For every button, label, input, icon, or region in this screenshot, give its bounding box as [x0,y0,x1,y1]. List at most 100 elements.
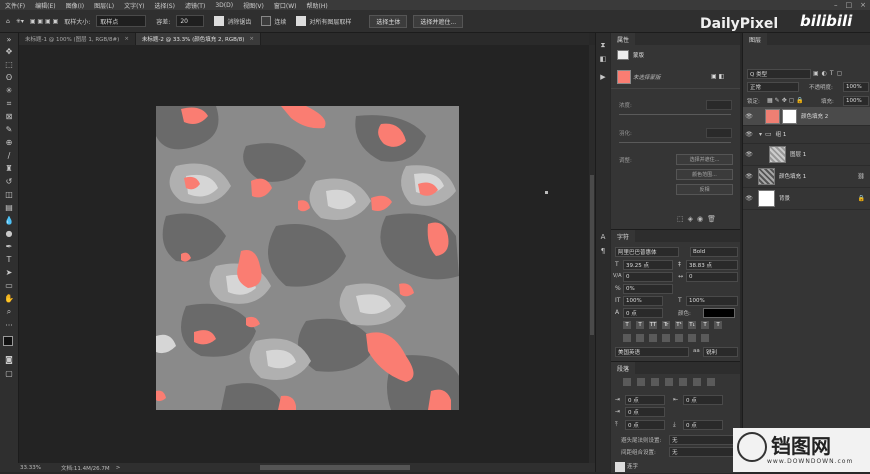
document-size-info[interactable]: 文档:11.4M/26.7M [61,464,110,472]
eye-icon[interactable]: 👁 [743,131,755,138]
hand-tool-icon[interactable]: ✋ [4,294,14,304]
ligature-icon[interactable] [623,334,631,342]
sample-all-layers-checkbox[interactable] [296,15,307,27]
vertical-scale-input[interactable]: 100% [623,296,663,306]
invert-button[interactable]: 反相 [676,184,733,195]
all-caps-button[interactable]: TT [649,321,657,329]
ordinals-icon[interactable] [688,334,696,342]
menu-item-filter[interactable]: 滤镜(T) [180,1,210,10]
kinsoku-select[interactable]: 无 [669,435,737,445]
layer-row-color-fill-1[interactable]: 👁 颜色填充 1 ⛓ [743,165,870,188]
tab-paragraph[interactable]: 段落 [611,362,636,374]
blend-mode-select[interactable]: 正常 [747,82,799,92]
eye-icon[interactable]: 👁 [743,195,755,202]
feather-input[interactable] [706,128,732,138]
subscript-button[interactable]: T₁ [688,321,696,329]
language-select[interactable]: 美国英语 [615,347,689,357]
home-icon[interactable]: ⌂ [6,15,10,27]
mask-action-icons[interactable]: ▣ ◧ [711,73,724,80]
marquee-tool-icon[interactable]: ⬚ [4,60,14,70]
hyphenate-checkbox[interactable] [615,462,625,474]
type-tool-icon[interactable]: T [4,255,14,265]
actions-play-icon[interactable]: ▶ [599,73,607,81]
justify-all-icon[interactable] [707,378,715,386]
mojikumi-select[interactable]: 无 [669,447,737,457]
pen-tool-icon[interactable]: ✒ [4,242,14,252]
indent-first-input[interactable]: 0 点 [625,407,665,417]
paragraph-panel-icon[interactable]: ¶ [599,247,607,255]
properties-panel-icon[interactable]: ◧ [599,55,607,63]
rectangle-tool-icon[interactable]: ▭ [4,281,14,291]
crop-tool-icon[interactable]: ⌗ [4,99,14,109]
alternates-icon[interactable] [662,334,670,342]
zoom-level[interactable]: 33.33% [20,465,41,471]
magic-wand-tool-icon[interactable]: ✳ [4,86,14,96]
lasso-tool-icon[interactable]: ʘ [4,73,14,83]
small-caps-button[interactable]: Tr [662,321,670,329]
tolerance-input[interactable]: 20 [176,15,205,27]
dodge-tool-icon[interactable]: ● [4,229,14,239]
align-right-icon[interactable] [651,378,659,386]
maximize-icon[interactable]: □ [846,1,853,9]
history-brush-tool-icon[interactable]: ↺ [4,177,14,187]
superscript-button[interactable]: T¹ [675,321,683,329]
kerning-input[interactable]: 0 [623,272,673,282]
justify-last-center-icon[interactable] [679,378,687,386]
layer-row-layer-1[interactable]: 👁 图层 1 [743,143,870,166]
anti-alias-select[interactable]: 锐利 [703,347,738,357]
eye-icon[interactable]: 👁 [743,173,755,180]
text-color-swatch[interactable] [703,308,735,318]
layer-row-group-1[interactable]: 👁 ▾ ▭ 组 1 [743,125,870,144]
zoom-tool-icon[interactable]: ⌕ [4,307,14,317]
quick-mask-icon[interactable]: ◙ [4,355,14,365]
faux-bold-button[interactable]: T [623,321,631,329]
menu-item-window[interactable]: 窗口(W) [269,1,302,10]
mask-footer-icons[interactable]: ⬚◈◉🗑 [677,215,720,223]
tracking-input[interactable]: 0 [686,272,738,282]
opacity-input[interactable]: 100% [843,82,869,92]
menu-item-edit[interactable]: 编辑(E) [30,1,60,10]
select-and-mask-button[interactable]: 选择并遮住... [413,14,464,28]
group-chevron-icon[interactable]: ▾ [759,131,762,138]
feather-slider[interactable] [619,142,731,143]
menu-item-file[interactable]: 文件(F) [0,1,30,10]
screen-mode-icon[interactable]: ▢ [4,369,14,379]
tab-document-1[interactable]: 未标题-1 @ 100% (图层 1, RGB/8#) × [19,33,136,45]
font-style-select[interactable]: Bold [690,247,738,257]
baseline-shift-input[interactable]: 0 点 [623,308,663,318]
strikethrough-button[interactable]: T [714,321,722,329]
foreground-color-swatch[interactable] [3,336,13,346]
space-after-input[interactable]: 0 点 [683,420,723,430]
close-tab-icon[interactable]: × [249,36,254,42]
healing-brush-tool-icon[interactable]: ⊕ [4,138,14,148]
align-left-icon[interactable] [623,378,631,386]
font-family-select[interactable]: 阿里巴巴普惠体 [615,247,679,257]
layer-filter-icons[interactable]: ▣◐T▢ [813,70,845,77]
magic-wand-tool-preset-icon[interactable]: ✳▾ [16,15,24,27]
close-tab-icon[interactable]: × [124,36,129,42]
layer-row-color-fill-2[interactable]: 👁 颜色填充 2 [743,107,870,126]
menu-item-view[interactable]: 视图(V) [238,1,269,10]
close-icon[interactable]: × [860,1,866,9]
justify-last-left-icon[interactable] [665,378,673,386]
panel-collapse-icon[interactable]: » [4,35,14,45]
lock-icons[interactable]: ▦✎✥▢🔒 [767,97,806,104]
menu-item-help[interactable]: 帮助(H) [302,1,333,10]
eye-icon[interactable]: 👁 [743,113,755,120]
tab-layers[interactable]: 图层 [743,33,768,45]
gradient-tool-icon[interactable]: ▤ [4,203,14,213]
document-canvas[interactable] [156,106,459,410]
menu-item-select[interactable]: 选择(S) [149,1,180,10]
tsume-input[interactable]: 0% [623,284,673,294]
selection-mode-icons[interactable]: ▣ ▣ ▣ ▣ [30,15,58,27]
color-range-button[interactable]: 颜色范围... [676,169,733,180]
frame-tool-icon[interactable]: ⊠ [4,112,14,122]
space-before-input[interactable]: 0 点 [625,420,665,430]
contiguous-checkbox[interactable] [261,15,272,27]
clone-stamp-tool-icon[interactable]: ♜ [4,164,14,174]
horizontal-scrollbar[interactable] [260,465,410,470]
status-arrow-icon[interactable]: > [116,465,121,471]
density-input[interactable] [706,100,732,110]
layer-row-background[interactable]: 👁 背景 🔒 [743,187,870,210]
align-center-icon[interactable] [637,378,645,386]
